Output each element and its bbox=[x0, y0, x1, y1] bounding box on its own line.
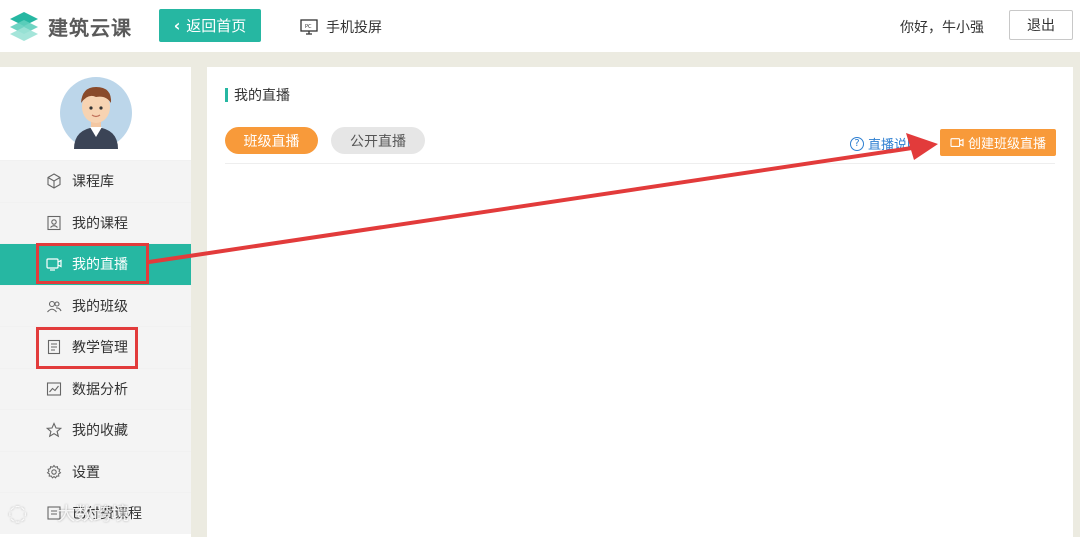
brand-name: 建筑云课 bbox=[48, 15, 132, 40]
tab-divider bbox=[225, 163, 1055, 164]
back-home-button[interactable]: ‹ 返回首页 bbox=[159, 9, 261, 42]
live-video-icon bbox=[46, 258, 62, 271]
create-class-live-label: 创建班级直播 bbox=[967, 137, 1046, 152]
sidebar-item-my-courses[interactable]: 我的课程 bbox=[0, 201, 191, 243]
sidebar-item-teaching-management[interactable]: 教学管理 bbox=[0, 326, 191, 368]
live-video-icon bbox=[950, 137, 964, 147]
sidebar-menu: 课程库 我的课程 我的直播 我的班级 教学管理 数据分析 我的收藏 设置 已付费… bbox=[0, 160, 191, 534]
chevron-left-icon: ‹ bbox=[173, 16, 181, 35]
group-icon bbox=[47, 300, 62, 313]
brand-logo[interactable]: 建筑云课 bbox=[8, 10, 132, 42]
star-icon bbox=[46, 422, 62, 438]
top-header: 建筑云课 ‹ 返回首页 PC 手机投屏 你好，牛小强 退出 bbox=[0, 0, 1080, 52]
svg-text:PC: PC bbox=[305, 24, 312, 30]
mobile-cast-button[interactable]: PC 手机投屏 bbox=[300, 17, 382, 37]
sidebar-item-label: 我的课程 bbox=[72, 215, 128, 232]
question-icon: ? bbox=[850, 136, 864, 151]
section-title-text: 我的直播 bbox=[234, 88, 290, 104]
main-panel: 我的直播 班级直播 公开直播 ? 直播说明 创建班级直播 bbox=[207, 67, 1073, 537]
sidebar-item-label: 我的班级 bbox=[72, 298, 128, 315]
sidebar-item-favorites[interactable]: 我的收藏 bbox=[0, 409, 191, 451]
person-card-icon bbox=[47, 215, 61, 230]
clipboard-icon bbox=[47, 340, 61, 355]
logout-button[interactable]: 退出 bbox=[1009, 10, 1073, 40]
create-class-live-button[interactable]: 创建班级直播 bbox=[940, 129, 1056, 156]
sidebar-item-settings[interactable]: 设置 bbox=[0, 450, 191, 492]
sidebar-item-data-analysis[interactable]: 数据分析 bbox=[0, 367, 191, 409]
brand-logo-icon bbox=[10, 12, 38, 41]
sidebar-item-label: 教学管理 bbox=[72, 340, 128, 357]
mobile-cast-label: 手机投屏 bbox=[326, 20, 382, 36]
tab-public-live[interactable]: 公开直播 bbox=[331, 127, 425, 154]
sidebar-item-my-live[interactable]: 我的直播 bbox=[0, 243, 191, 285]
sidebar-item-course-library[interactable]: 课程库 bbox=[0, 160, 191, 202]
avatar[interactable] bbox=[59, 77, 132, 149]
section-title: 我的直播 bbox=[225, 85, 290, 105]
sidebar-item-label: 课程库 bbox=[72, 174, 114, 191]
tab-class-live[interactable]: 班级直播 bbox=[225, 127, 318, 154]
avatar-container bbox=[0, 67, 191, 160]
sidebar-item-label: 已付费课程 bbox=[72, 506, 142, 523]
cube-icon bbox=[47, 173, 61, 189]
title-accent-bar bbox=[225, 88, 228, 102]
screen-cast-icon: PC bbox=[300, 19, 318, 35]
paid-icon bbox=[47, 506, 61, 520]
sidebar-item-label: 数据分析 bbox=[72, 381, 128, 398]
sidebar-item-label: 设置 bbox=[72, 464, 100, 481]
user-greeting: 你好，牛小强 bbox=[900, 20, 984, 36]
back-home-label: 返回首页 bbox=[186, 17, 247, 35]
sidebar-item-label: 我的收藏 bbox=[72, 423, 128, 440]
chart-icon bbox=[46, 382, 62, 396]
live-help-label: 直播说明 bbox=[868, 138, 921, 153]
sidebar-item-paid-courses[interactable]: 已付费课程 bbox=[0, 492, 191, 534]
live-help-link[interactable]: ? 直播说明 bbox=[850, 134, 920, 153]
sidebar: 课程库 我的课程 我的直播 我的班级 教学管理 数据分析 我的收藏 设置 已付费… bbox=[0, 67, 191, 537]
sidebar-item-label: 我的直播 bbox=[72, 257, 128, 274]
sidebar-item-my-class[interactable]: 我的班级 bbox=[0, 284, 191, 326]
gear-icon bbox=[46, 464, 62, 479]
